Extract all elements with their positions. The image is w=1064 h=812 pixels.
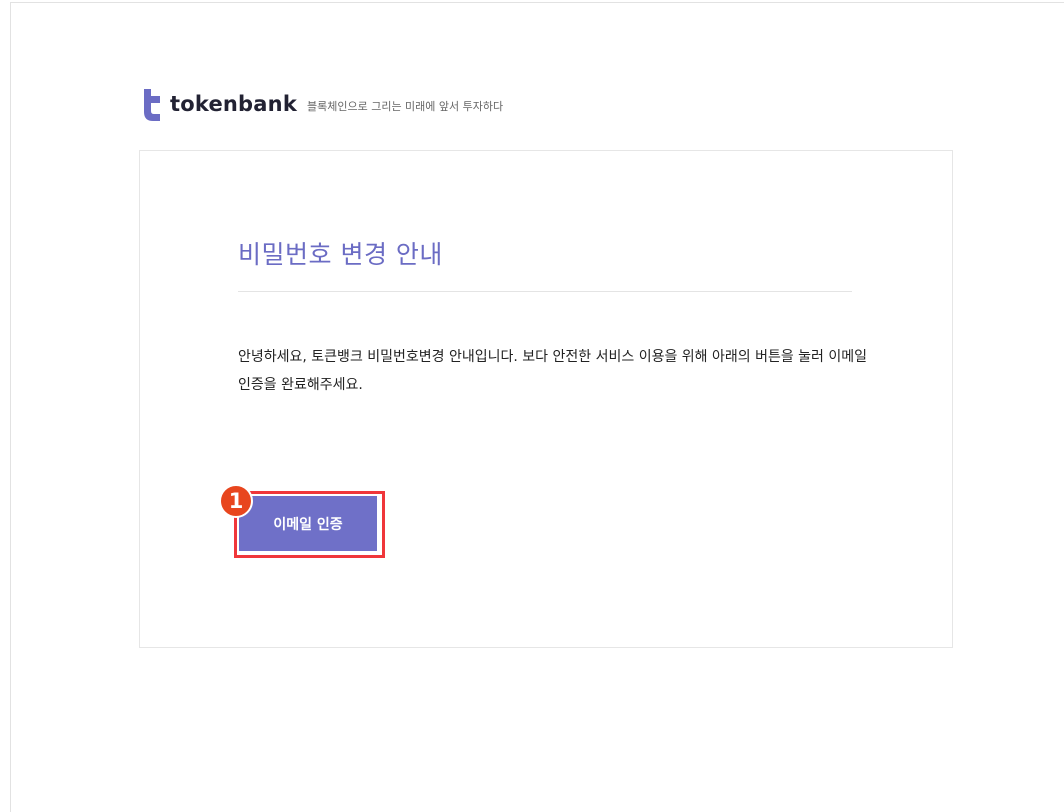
email-title: 비밀번호 변경 안내: [238, 240, 443, 269]
tokenbank-logo-icon: [144, 89, 160, 121]
title-divider: [238, 291, 852, 292]
email-body-text: 안녕하세요, 토큰뱅크 비밀번호변경 안내입니다. 보다 안전한 서비스 이용을…: [238, 349, 868, 393]
brand-tagline: 블록체인으로 그리는 미래에 앞서 투자하다: [306, 100, 504, 113]
email-header: tokenbank 블록체인으로 그리는 미래에 앞서 투자하다: [140, 88, 503, 122]
email-verify-button[interactable]: 이메일 인증: [239, 496, 377, 551]
brand-name: tokenbank: [170, 92, 297, 116]
email-card: 비밀번호 변경 안내 안녕하세요, 토큰뱅크 비밀번호변경 안내입니다. 보다 …: [139, 150, 953, 648]
step-number-badge: 1: [219, 484, 253, 518]
